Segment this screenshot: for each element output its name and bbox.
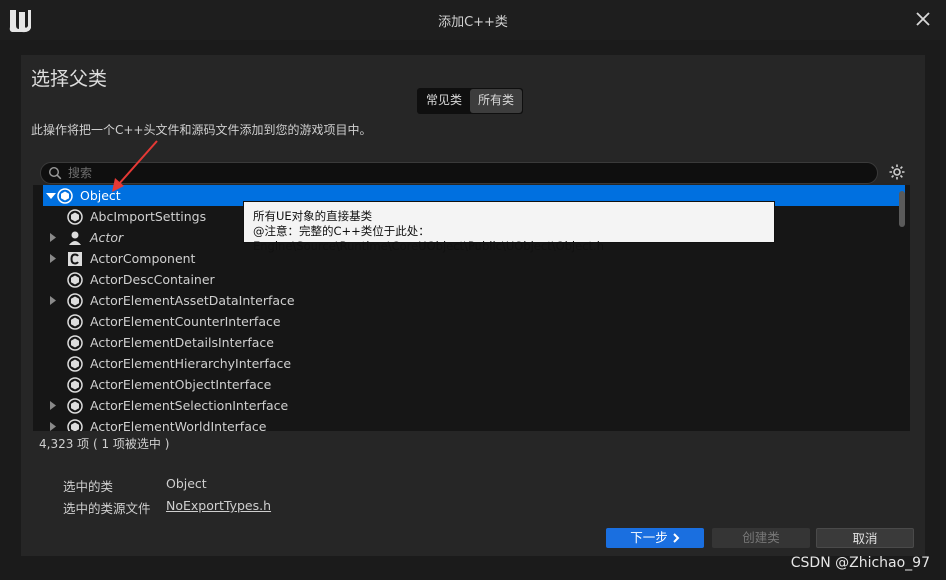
create-class-button[interactable]: 创建类: [712, 528, 810, 548]
class-tabs: 常见类 所有类: [417, 88, 524, 114]
component-icon: [68, 252, 82, 266]
close-icon[interactable]: [914, 10, 932, 28]
tree-row[interactable]: ActorElementSelectionInterface: [43, 395, 905, 416]
item-count: 4,323 项 ( 1 项被选中 ): [39, 437, 170, 451]
object-icon: [67, 356, 83, 372]
tree-row-label: AbcImportSettings: [90, 209, 207, 224]
actor-icon: [69, 231, 81, 245]
tree-row[interactable]: ActorElementHierarchyInterface: [43, 353, 905, 374]
selected-source-link[interactable]: NoExportTypes.h: [166, 498, 271, 513]
tooltip-line-2: @注意：完整的C++类位于此处：Engine\Source\Runtime\Co…: [253, 224, 604, 253]
collapsed-arrow-icon[interactable]: [47, 290, 59, 311]
cancel-button[interactable]: 取消: [816, 528, 914, 548]
collapsed-arrow-icon[interactable]: [47, 416, 59, 431]
expanded-arrow-icon[interactable]: [45, 185, 57, 206]
object-icon: [67, 398, 83, 414]
object-icon: [67, 209, 83, 225]
tree-row-label: ActorElementCounterInterface: [90, 314, 281, 329]
window-title: 添加C++类: [438, 15, 508, 30]
object-icon: [57, 188, 73, 204]
object-icon: [67, 377, 83, 393]
next-button-label: 下一步: [630, 530, 668, 545]
class-tooltip: 所有UE对象的直接基类 @注意：完整的C++类位于此处：Engine\Sourc…: [243, 201, 775, 253]
tree-row[interactable]: ActorElementWorldInterface: [43, 416, 905, 431]
tooltip-line-1: 所有UE对象的直接基类: [253, 209, 373, 223]
dialog-description: 此操作将把一个C++头文件和源码文件添加到您的游戏项目中。: [31, 123, 372, 137]
tree-row[interactable]: ActorElementAssetDataInterface: [43, 290, 905, 311]
title-bar: 添加C++类: [0, 0, 946, 40]
tree-row-label: ActorElementHierarchyInterface: [90, 356, 292, 371]
selected-source-label: 选中的类源文件: [63, 501, 151, 516]
scrollbar-thumb[interactable]: [899, 191, 905, 227]
search-box: [40, 162, 878, 184]
dialog-panel: 选择父类 常见类 所有类 此操作将把一个C++头文件和源码文件添加到您的游戏项目…: [21, 55, 925, 556]
tree-row-label: ActorElementObjectInterface: [90, 377, 272, 392]
collapsed-arrow-icon[interactable]: [47, 248, 59, 269]
tree-row-label: ActorComponent: [90, 251, 196, 266]
tree-row-label: ActorElementSelectionInterface: [90, 398, 289, 413]
object-icon: [67, 314, 83, 330]
settings-gear-icon[interactable]: [888, 163, 906, 181]
tree-row-label: ActorElementWorldInterface: [90, 419, 267, 431]
selected-class-value: Object: [166, 476, 207, 491]
tree-scrollbar[interactable]: [899, 187, 908, 429]
watermark-text: CSDN @Zhichao_97: [790, 555, 930, 571]
tab-common-classes[interactable]: 常见类: [418, 89, 470, 113]
selected-class-label: 选中的类: [63, 479, 114, 494]
next-button[interactable]: 下一步: [606, 528, 704, 548]
tree-row[interactable]: ActorElementCounterInterface: [43, 311, 905, 332]
object-icon: [67, 293, 83, 309]
tree-row-label: Object: [80, 188, 121, 203]
object-icon: [67, 419, 83, 431]
dialog-heading: 选择父类: [31, 68, 108, 90]
object-icon: [67, 272, 83, 288]
search-input[interactable]: [68, 164, 848, 181]
tab-all-classes[interactable]: 所有类: [470, 89, 523, 113]
collapsed-arrow-icon[interactable]: [47, 227, 59, 248]
chevron-right-icon: [673, 533, 680, 543]
tree-row[interactable]: ActorElementObjectInterface: [43, 374, 905, 395]
tree-row[interactable]: ActorElementDetailsInterface: [43, 332, 905, 353]
tree-row-label: ActorElementDetailsInterface: [90, 335, 274, 350]
tree-row[interactable]: ActorDescContainer: [43, 269, 905, 290]
tree-row-label: ActorElementAssetDataInterface: [90, 293, 295, 308]
object-icon: [67, 335, 83, 351]
collapsed-arrow-icon[interactable]: [47, 395, 59, 416]
search-icon: [48, 166, 62, 180]
tree-row-label: Actor: [90, 230, 124, 245]
tree-row-label: ActorDescContainer: [90, 272, 215, 287]
